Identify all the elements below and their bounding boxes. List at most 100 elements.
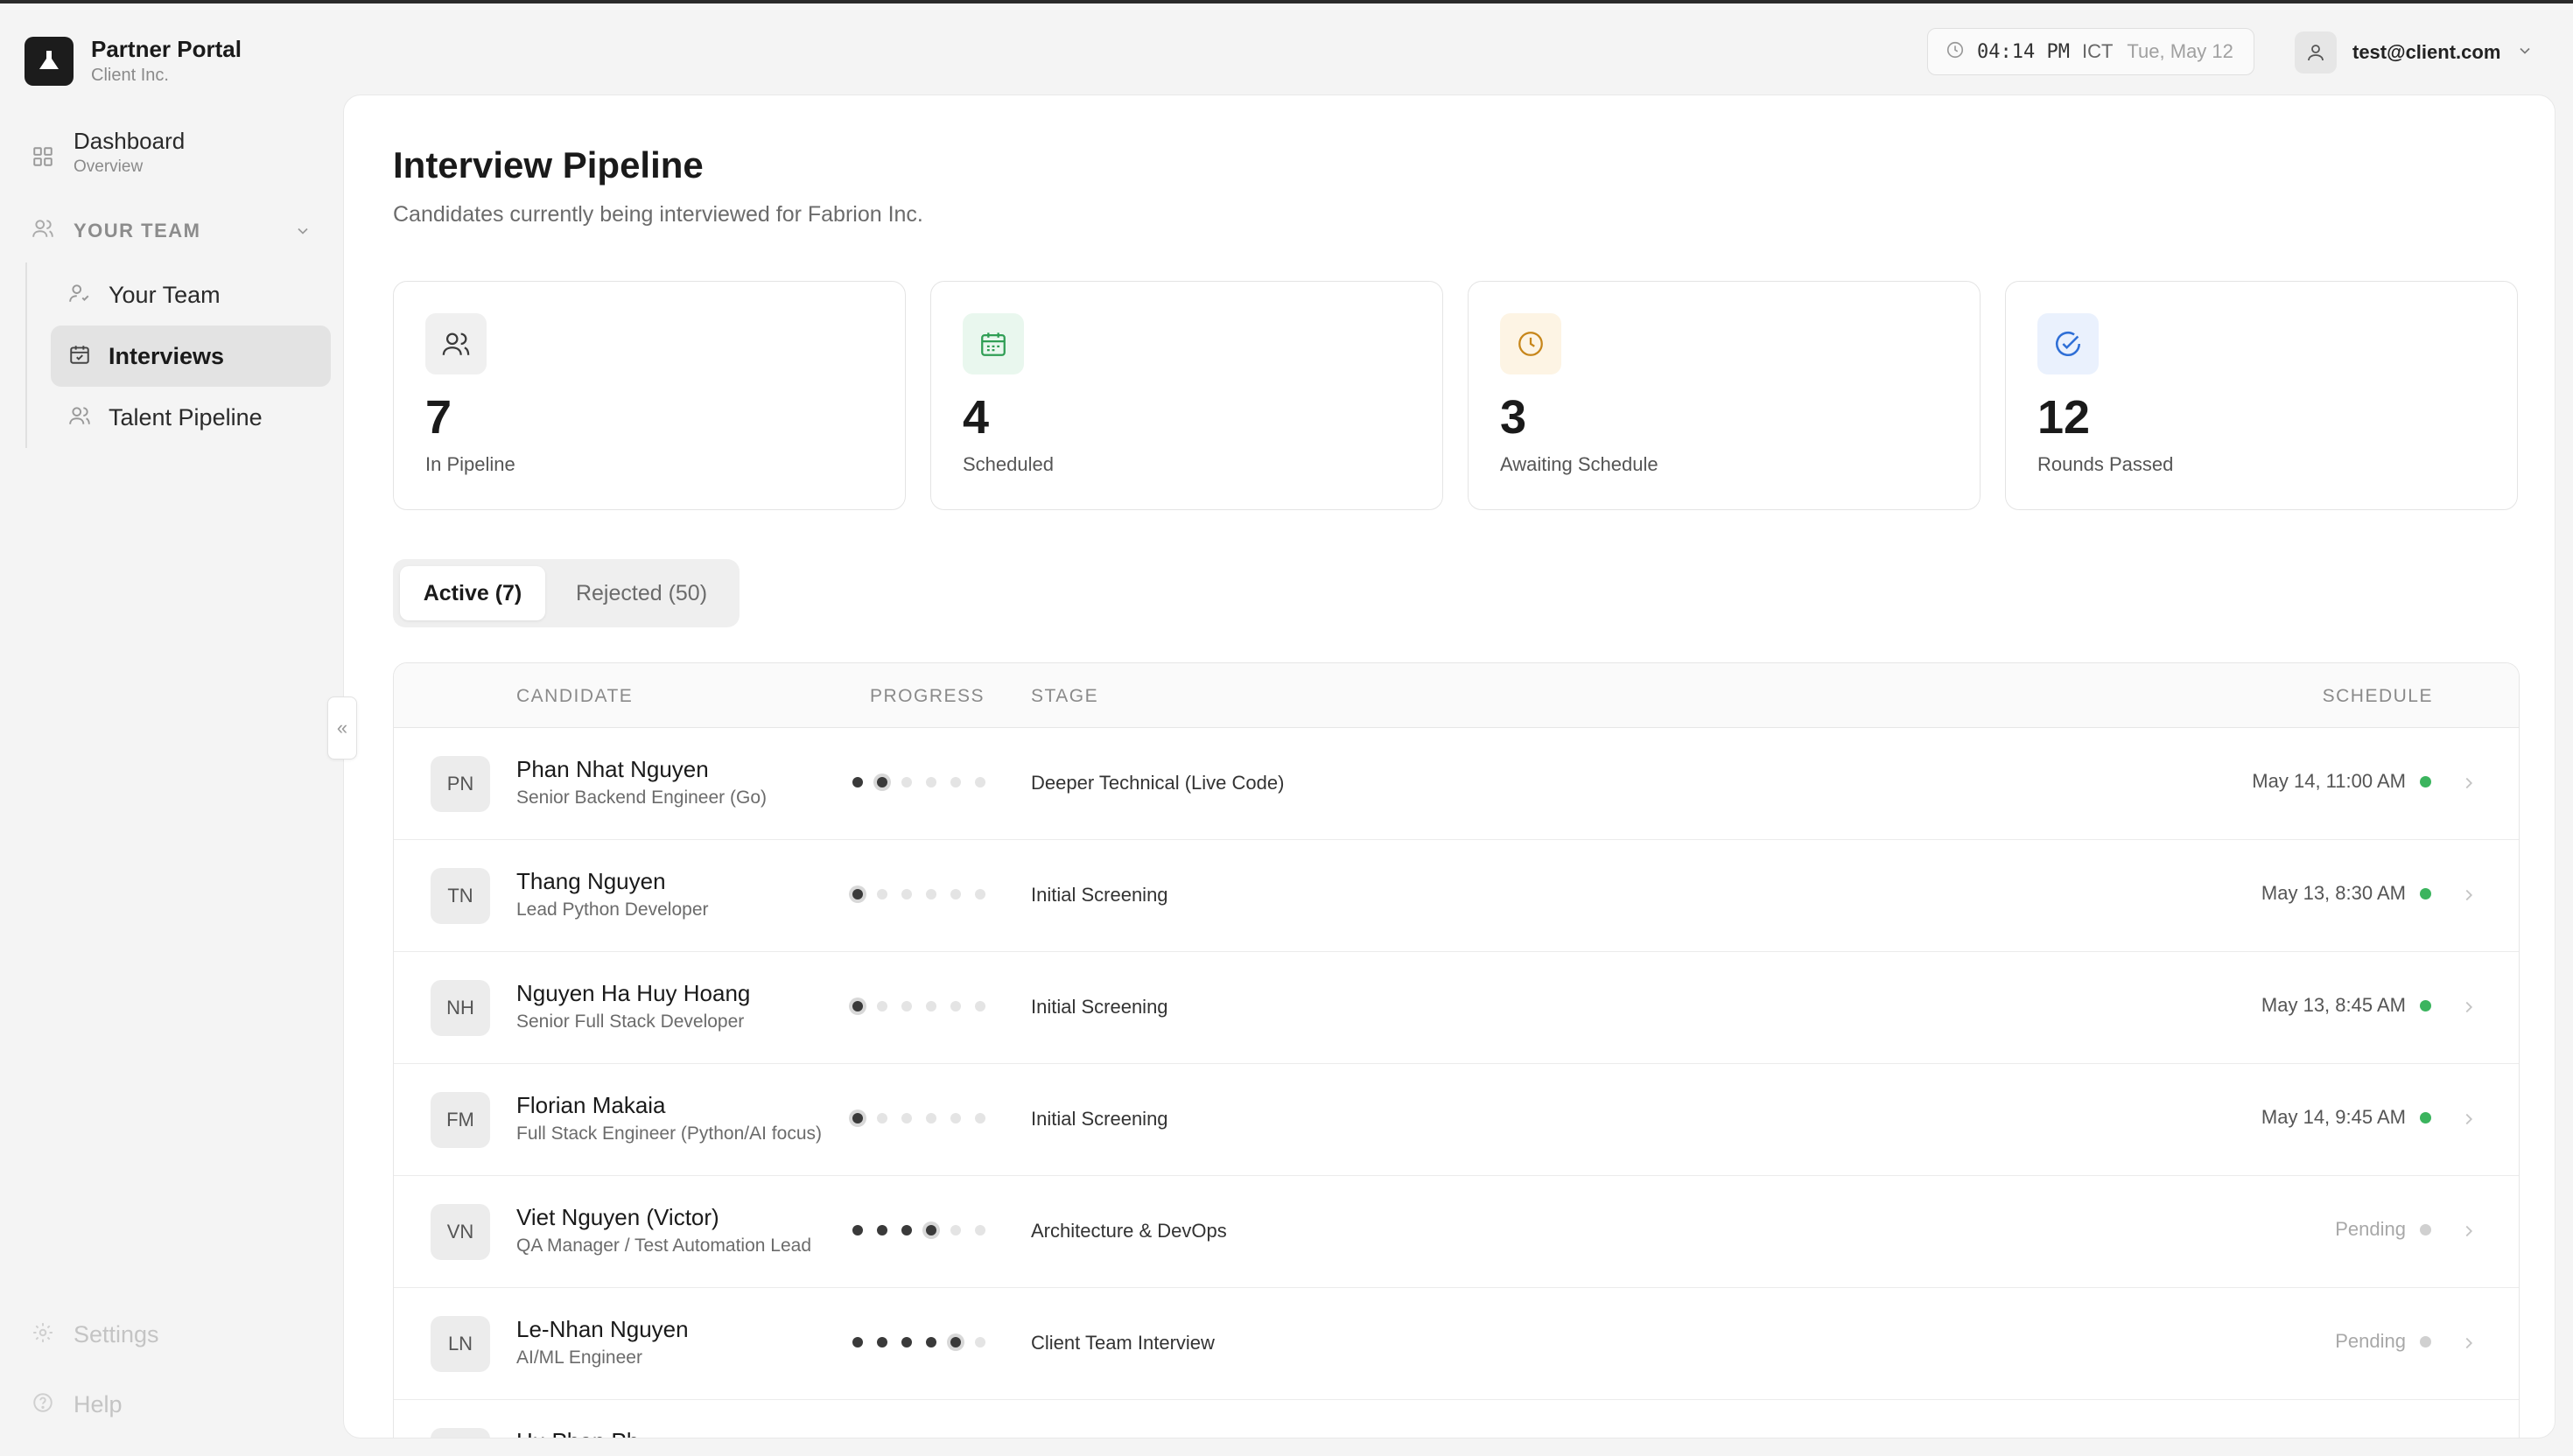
candidate-role: QA Manager / Test Automation Lead [516, 1236, 811, 1256]
status-dot [2420, 999, 2431, 1012]
sidebar-item-help[interactable]: Help [32, 1391, 123, 1418]
chevron-down-icon [2516, 42, 2534, 64]
progress-dot [950, 1225, 961, 1236]
help-circle-icon [32, 1391, 54, 1418]
sidebar-item-label: Dashboard [74, 128, 186, 154]
chevron-right-icon[interactable] [2459, 1222, 2478, 1245]
progress-dot [975, 1337, 985, 1348]
progress-dot [901, 777, 912, 788]
stat-value: 4 [963, 391, 990, 444]
table-row[interactable]: LN Le-Nhan Nguyen AI/ML Engineer Client Tea… [394, 1288, 2519, 1400]
clock-time: 04:14 PM [1977, 40, 2070, 63]
candidate-name: Nguyen Ha Huy Hoang [516, 980, 751, 1006]
sidebar-item-talent-pipeline[interactable]: Talent Pipeline [51, 387, 331, 448]
chevron-right-icon[interactable] [2459, 998, 2478, 1021]
sidebar-section-your-team[interactable]: YOUR TEAM [32, 217, 312, 244]
page-subtitle: Candidates currently being interviewed f… [393, 202, 923, 227]
users-icon [425, 313, 487, 374]
avatar [2295, 32, 2337, 74]
progress-dot [877, 777, 887, 788]
tab-active[interactable]: Active (7) [400, 566, 545, 620]
stat-card-rounds-passed: 12 Rounds Passed [2005, 281, 2518, 510]
logo-icon [25, 37, 74, 86]
table-row[interactable]: VN Viet Nguyen (Victor) QA Manager / Test … [394, 1176, 2519, 1288]
progress-dots [852, 777, 999, 788]
sidebar-item-label: Talent Pipeline [109, 403, 263, 430]
progress-dot [901, 1337, 912, 1348]
table-row[interactable]: PN Phan Nhat Nguyen Senior Backend Enginee… [394, 728, 2519, 840]
sidebar-item-settings[interactable]: Settings [32, 1321, 159, 1348]
progress-dot [950, 1113, 961, 1124]
column-header-candidate: CANDIDATE [516, 686, 634, 706]
candidate-stage: Architecture & DevOps [1031, 1220, 1227, 1242]
candidate-stage: Initial Screening [1031, 996, 1168, 1018]
progress-dot [926, 1001, 936, 1012]
progress-dot [926, 1337, 936, 1348]
clock-icon [1500, 313, 1561, 374]
table-row[interactable]: HP Hu Phan Ph [394, 1400, 2519, 1438]
window-top-border [0, 0, 2573, 4]
progress-dot [901, 1225, 912, 1236]
chevron-down-icon[interactable] [294, 222, 312, 244]
candidate-avatar: NH [431, 980, 490, 1036]
chevron-right-icon[interactable] [2459, 1110, 2478, 1133]
progress-dots [852, 1001, 999, 1012]
candidate-avatar: LN [431, 1316, 490, 1372]
schedule-cell: May 14, 9:45 AM [2261, 1106, 2431, 1129]
calendar-icon [68, 343, 91, 370]
progress-dot [950, 1001, 961, 1012]
clock-icon [1946, 40, 1965, 64]
progress-dot [950, 1337, 961, 1348]
status-dot [2420, 1111, 2431, 1124]
schedule-text: May 14, 11:00 AM [2252, 770, 2406, 792]
progress-dot [877, 889, 887, 900]
progress-dot [877, 1225, 887, 1236]
progress-dot [950, 777, 961, 788]
candidate-stage: Client Team Interview [1031, 1332, 1215, 1354]
candidate-avatar: HP [431, 1428, 490, 1438]
sidebar-item-dashboard[interactable]: Dashboard Overview [32, 126, 185, 178]
progress-dot [852, 1337, 863, 1348]
chevron-right-icon[interactable] [2459, 886, 2478, 909]
app-title: Partner Portal [91, 36, 242, 62]
candidate-name: Thang Nguyen [516, 868, 666, 894]
candidate-name: Le-Nhan Nguyen [516, 1316, 689, 1342]
sidebar-item-your-team[interactable]: Your Team [51, 264, 331, 326]
progress-dots [852, 889, 999, 900]
schedule-text: May 14, 9:45 AM [2261, 1106, 2406, 1128]
progress-dot [852, 1225, 863, 1236]
candidate-stage: Initial Screening [1031, 884, 1168, 906]
stat-label: In Pipeline [425, 453, 515, 475]
progress-dots [852, 1225, 999, 1236]
calendar-icon [963, 313, 1024, 374]
candidate-name: Florian Makaia [516, 1092, 666, 1118]
stat-card-awaiting-schedule: 3 Awaiting Schedule [1468, 281, 1981, 510]
chevron-right-icon[interactable] [2459, 1334, 2478, 1357]
stat-value: 7 [425, 391, 452, 444]
progress-dot [852, 1001, 863, 1012]
sidebar-item-interviews[interactable]: Interviews [51, 326, 331, 387]
collapse-sidebar-button[interactable]: « [327, 696, 357, 760]
page-title: Interview Pipeline [393, 144, 704, 186]
candidate-name: Phan Nhat Nguyen [516, 756, 709, 782]
schedule-cell: Pending [2335, 1330, 2431, 1353]
candidate-role: Lead Python Developer [516, 900, 709, 920]
candidate-role: Full Stack Engineer (Python/AI focus) [516, 1124, 822, 1144]
table-row[interactable]: TN Thang Nguyen Lead Python Developer Initi… [394, 840, 2519, 952]
tab-rejected[interactable]: Rejected (50) [556, 566, 727, 620]
brand[interactable]: Partner Portal Client Inc. [25, 35, 242, 88]
status-dot [2420, 775, 2431, 788]
stat-label: Scheduled [963, 453, 1054, 475]
user-menu[interactable]: test@client.com [2295, 32, 2534, 74]
candidate-name: Hu Phan Ph [516, 1428, 639, 1438]
progress-dot [975, 1225, 985, 1236]
schedule-cell: May 13, 8:30 AM [2261, 882, 2431, 905]
table-row[interactable]: NH Nguyen Ha Huy Hoang Senior Full Stack D… [394, 952, 2519, 1064]
status-dot [2420, 887, 2431, 900]
candidate-role: AI/ML Engineer [516, 1348, 642, 1368]
candidate-role: Senior Full Stack Developer [516, 1012, 745, 1032]
chevron-right-icon[interactable] [2459, 774, 2478, 797]
progress-dot [926, 1225, 936, 1236]
table-row[interactable]: FM Florian Makaia Full Stack Engineer (Pyt… [394, 1064, 2519, 1176]
sidebar-item-label: Help [74, 1391, 123, 1418]
